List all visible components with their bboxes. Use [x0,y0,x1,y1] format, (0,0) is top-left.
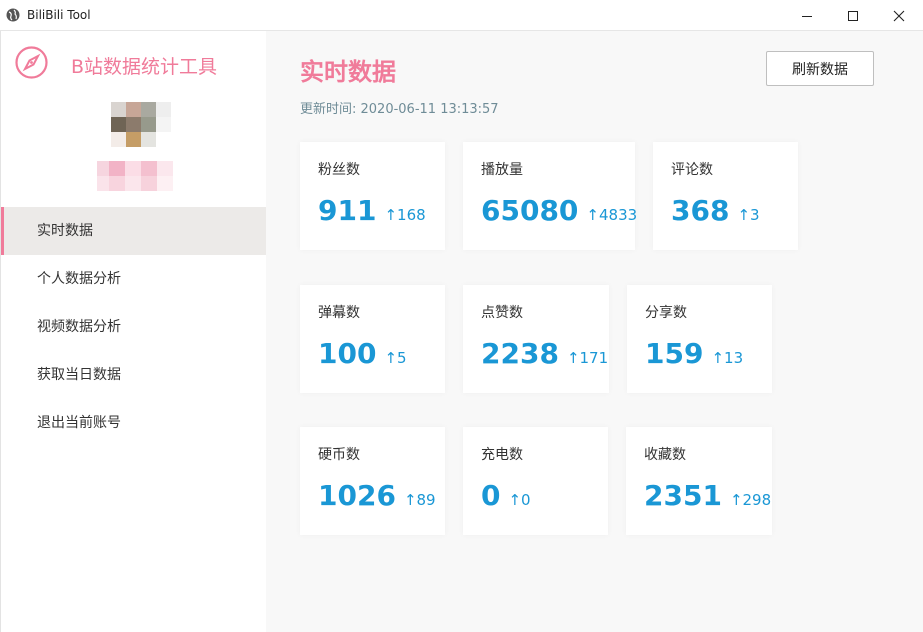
stat-card-favorites: 收藏数 2351 ↑298 [626,427,772,535]
stat-label: 充电数 [481,447,523,463]
maximize-icon [848,10,858,21]
globe-icon [6,8,20,22]
stat-delta: ↑89 [403,491,436,509]
sidebar-item-fetch-today[interactable]: 获取当日数据 [1,351,267,399]
stat-label: 硬币数 [318,447,360,463]
close-button[interactable] [876,0,922,31]
stat-delta: ↑0 [508,491,531,509]
stat-label: 收藏数 [644,447,686,463]
sidebar-item-logout[interactable]: 退出当前账号 [1,399,267,447]
app-name: B站数据统计工具 [71,56,218,78]
stat-delta: ↑298 [729,491,772,509]
stat-label: 评论数 [671,162,713,178]
stat-label: 粉丝数 [318,162,360,178]
stat-value: 368 [671,194,730,227]
sidebar: B站数据统计工具 实时数据 个人数据分析 视频数据分析 获取当日数据 退出当前账… [0,31,266,632]
stat-value: 1026 [318,479,396,512]
maximize-button[interactable] [830,0,876,31]
stat-card-comments: 评论数 368 ↑3 [653,142,798,250]
stat-card-plays: 播放量 65080 ↑4833 [463,142,638,250]
stat-delta: ↑13 [711,349,744,367]
minimize-button[interactable] [784,0,830,31]
sidebar-menu: 实时数据 个人数据分析 视频数据分析 获取当日数据 退出当前账号 [1,207,267,447]
refresh-button[interactable]: 刷新数据 [766,51,874,86]
stat-label: 播放量 [481,162,523,178]
stat-delta: ↑171 [566,349,609,367]
stat-card-charges: 充电数 0 ↑0 [463,427,608,535]
stat-value: 0 [481,479,501,512]
stat-card-coins: 硬币数 1026 ↑89 [300,427,445,535]
stat-card-followers: 粉丝数 911 ↑168 [300,142,445,250]
page-title: 实时数据 [300,58,396,86]
username [97,161,173,191]
stat-value: 159 [645,337,704,370]
stat-card-likes: 点赞数 2238 ↑171 [463,285,609,393]
stat-delta: ↑3 [737,206,760,224]
stat-delta: ↑4833 [586,206,638,224]
stat-value: 2238 [481,337,559,370]
sidebar-item-personal-analysis[interactable]: 个人数据分析 [1,255,267,303]
minimize-icon [802,15,812,17]
stat-value: 100 [318,337,377,370]
title-bar: BiliBili Tool [0,0,923,31]
stat-label: 弹幕数 [318,305,360,321]
stat-delta: ↑168 [384,206,426,224]
close-icon [893,10,905,21]
main-content: 实时数据 更新时间: 2020-06-11 13:13:57 刷新数据 粉丝数 … [266,31,923,632]
stat-card-danmaku: 弹幕数 100 ↑5 [300,285,445,393]
stat-value: 2351 [644,479,722,512]
stat-label: 点赞数 [481,305,523,321]
stat-card-shares: 分享数 159 ↑13 [627,285,772,393]
sidebar-item-realtime-data[interactable]: 实时数据 [1,207,266,255]
sidebar-item-video-analysis[interactable]: 视频数据分析 [1,303,267,351]
stat-label: 分享数 [645,305,687,321]
stat-value: 911 [318,194,377,227]
stat-value: 65080 [481,194,579,227]
update-time: 更新时间: 2020-06-11 13:13:57 [300,102,499,117]
stat-delta: ↑5 [384,349,407,367]
compass-icon [15,46,48,79]
window-title: BiliBili Tool [27,8,91,22]
avatar[interactable] [111,102,171,147]
